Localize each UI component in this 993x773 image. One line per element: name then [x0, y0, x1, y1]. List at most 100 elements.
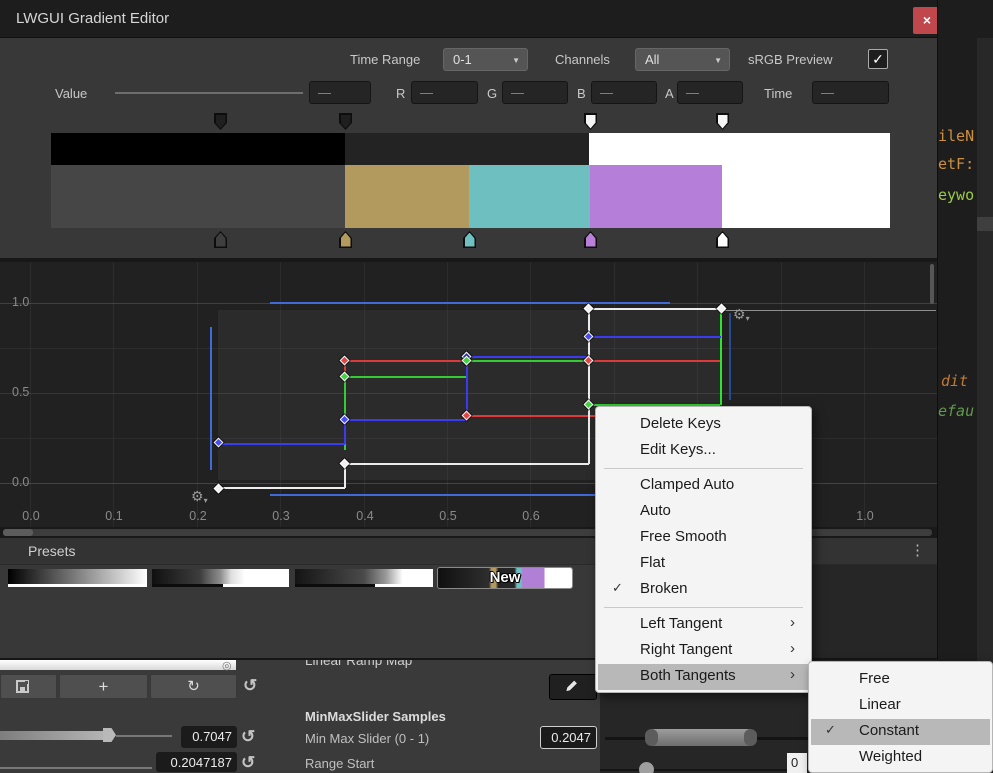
menu-separator	[596, 603, 811, 612]
alpha-gradient-strip[interactable]	[51, 133, 890, 165]
alpha-key-marker[interactable]	[214, 113, 227, 130]
value-field[interactable]: —	[309, 81, 371, 104]
submenu-arrow-icon: ›	[790, 614, 795, 631]
slider-fill	[0, 731, 104, 740]
curve-segment	[729, 313, 731, 400]
value-field-2[interactable]: 0.2047187	[156, 752, 237, 772]
presets-title: Presets	[28, 543, 75, 559]
menu-item-label: Left Tangent	[640, 615, 722, 632]
refresh-button[interactable]: ↻	[150, 674, 237, 699]
gradient-field-strip[interactable]	[0, 660, 236, 670]
submenu-item-free[interactable]: Free	[811, 667, 990, 693]
alpha-segment	[51, 133, 345, 165]
curve-segment	[270, 302, 670, 304]
time-range-value: 0-1	[453, 52, 472, 67]
gridline-horizontal	[0, 348, 938, 349]
color-segment	[722, 165, 890, 228]
preset-swatch[interactable]	[295, 569, 433, 587]
curve-segment	[219, 443, 345, 445]
x-axis-label: 0.5	[435, 509, 461, 523]
srgb-preview-checkbox[interactable]: ✓	[868, 49, 888, 69]
window-title: LWGUI Gradient Editor	[16, 10, 169, 27]
curve-segment	[467, 415, 597, 417]
color-segment	[590, 165, 722, 228]
menu-item-edit-keys[interactable]: Edit Keys...	[598, 438, 809, 464]
a-field[interactable]: —	[677, 81, 743, 104]
slider-track[interactable]	[116, 735, 172, 737]
code-editor-scroll-block[interactable]	[977, 217, 993, 231]
menu-item-auto[interactable]: Auto	[598, 499, 809, 525]
menu-item-clamped-auto[interactable]: Clamped Auto	[598, 473, 809, 499]
new-preset-button[interactable]: New	[437, 567, 573, 589]
color-key-marker[interactable]	[716, 231, 729, 248]
preset-swatch[interactable]	[8, 569, 147, 587]
minmax-handle-right[interactable]	[744, 729, 757, 746]
color-key-fill	[216, 233, 226, 247]
srgb-preview-label: sRGB Preview	[748, 52, 833, 67]
submenu-item-linear[interactable]: Linear	[811, 693, 990, 719]
menu-item-flat[interactable]: Flat	[598, 551, 809, 577]
range-start-track[interactable]	[600, 769, 810, 771]
b-field[interactable]: —	[591, 81, 657, 104]
add-button[interactable]: +	[59, 674, 148, 699]
kebab-menu-icon[interactable]: ⋮	[910, 541, 925, 559]
minmax-handle-left[interactable]	[645, 729, 658, 746]
alpha-key-marker[interactable]	[584, 113, 597, 130]
vertical-scrollbar-fragment[interactable]	[930, 264, 934, 304]
color-key-marker[interactable]	[214, 231, 227, 248]
menu-item-free-smooth[interactable]: Free Smooth	[598, 525, 809, 551]
menu-item-right-tangent[interactable]: Right Tangent›	[598, 638, 809, 664]
menu-item-left-tangent[interactable]: Left Tangent ›	[598, 612, 809, 638]
curve-segment	[467, 356, 589, 358]
menu-item-both-tangents[interactable]: Both Tangents›	[598, 664, 809, 690]
scrollbar-cap[interactable]	[3, 529, 33, 536]
submenu-item-weighted[interactable]: Weighted	[811, 745, 990, 771]
value-field-1[interactable]: 0.7047	[181, 726, 237, 748]
undo-icon-3[interactable]: ↺	[241, 753, 255, 773]
screen: ileNetF:eywoditefau ◎ + ↻ ↺ 0.7047 ↺ 0.2…	[0, 0, 993, 773]
undo-icon-2[interactable]: ↺	[241, 727, 255, 747]
menu-item-delete-keys[interactable]: Delete Keys	[598, 412, 809, 438]
color-key-marker[interactable]	[339, 231, 352, 248]
curve-segment	[722, 310, 936, 311]
picker-icon[interactable]: ◎	[222, 659, 232, 672]
edit-gradient-button[interactable]	[549, 674, 597, 700]
color-segment	[345, 165, 469, 228]
minmax-slider-range[interactable]	[645, 729, 757, 746]
preset-swatch-alpha-bar	[8, 584, 147, 587]
value-slider[interactable]	[115, 92, 303, 94]
menu-item-label: Both Tangents	[640, 667, 736, 684]
y-axis-label: 1.0	[12, 295, 29, 309]
curve-segment	[589, 360, 720, 362]
color-key-marker[interactable]	[463, 231, 476, 248]
curve-key[interactable]	[213, 483, 223, 493]
range-start-knob[interactable]	[639, 762, 654, 773]
alpha-key-marker[interactable]	[339, 113, 352, 130]
color-gradient-strip[interactable]	[51, 165, 890, 228]
time-field[interactable]: —	[812, 81, 889, 104]
minmax-value-field[interactable]: 0.2047	[540, 726, 597, 749]
r-field[interactable]: —	[411, 81, 478, 104]
g-field[interactable]: —	[502, 81, 568, 104]
slider-track-2[interactable]	[0, 767, 152, 769]
menu-item-label: Linear	[859, 696, 901, 713]
check-icon: ✓	[612, 580, 623, 596]
channels-dropdown[interactable]: All ▼	[635, 48, 730, 71]
color-segment	[51, 165, 345, 228]
titlebar[interactable]: LWGUI Gradient Editor	[0, 0, 937, 38]
code-fragment: efau	[938, 402, 974, 420]
time-range-dropdown[interactable]: 0-1 ▼	[443, 48, 528, 71]
color-key-marker[interactable]	[584, 231, 597, 248]
menu-item-broken[interactable]: ✓Broken	[598, 577, 809, 603]
submenu-item-constant[interactable]: ✓Constant	[811, 719, 990, 745]
curve-segment	[467, 360, 589, 362]
preset-swatch[interactable]	[152, 569, 289, 587]
gear-icon[interactable]: ⚙▾	[191, 488, 208, 505]
menu-item-label: Free	[859, 670, 890, 687]
gear-icon[interactable]: ⚙▾	[733, 306, 750, 323]
both-tangents-submenu: Free Linear ✓ConstantWeighted	[808, 661, 993, 773]
menu-item-label: Constant	[859, 722, 919, 739]
alpha-key-marker[interactable]	[716, 113, 729, 130]
undo-icon-1[interactable]: ↺	[243, 676, 257, 696]
close-button[interactable]: ×	[913, 7, 938, 34]
